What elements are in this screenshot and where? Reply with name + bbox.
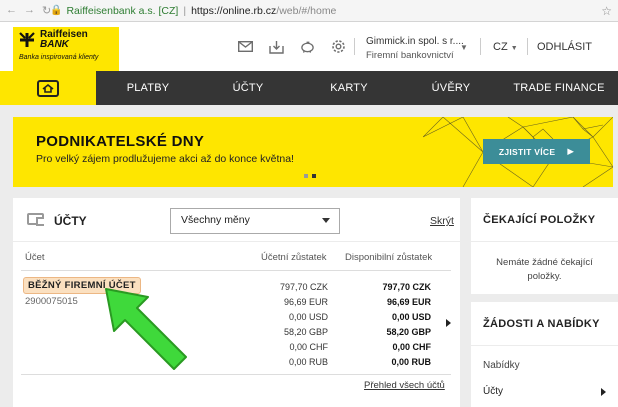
forward-icon[interactable]: → <box>24 4 35 17</box>
url-text[interactable]: https://online.rb.cz/web/#/home <box>191 5 336 17</box>
pending-note: Nemáte žádné čekající položky. <box>496 257 593 282</box>
account-detail-arrow-icon[interactable] <box>446 319 451 327</box>
col-book-balance: Účetní zůstatek <box>261 252 327 263</box>
available-balance-usd: 0,00 USD <box>391 312 431 322</box>
language-label: CZ <box>493 41 508 53</box>
requests-panel: ŽÁDOSTI A NABÍDKY Nabídky Účty <box>471 302 618 407</box>
nav-loans[interactable]: ÚVĚRY <box>402 71 500 105</box>
address-separator: | <box>183 4 187 17</box>
hide-link[interactable]: Skrýt <box>430 215 454 227</box>
nav-home[interactable] <box>0 71 96 105</box>
mail-icon[interactable] <box>238 39 253 54</box>
learn-more-button[interactable]: ZJISTIT VÍCE ▶ <box>483 139 590 164</box>
book-balance-rub: 0,00 RUB <box>288 357 328 367</box>
raiffeisen-horse-heads-icon <box>19 32 35 47</box>
col-available-balance: Disponibilní zůstatek <box>345 252 433 263</box>
download-icon[interactable] <box>269 39 284 54</box>
url-path: /web/#/home <box>276 4 337 17</box>
logo-tagline: Banka inspirovaná klienty <box>19 54 99 61</box>
gear-icon[interactable] <box>331 39 346 54</box>
available-balance-czk: 797,70 CZK <box>382 282 431 292</box>
requests-item-offers[interactable]: Nabídky <box>483 360 520 371</box>
caret-down-icon <box>322 218 330 223</box>
chevron-right-icon[interactable] <box>601 388 606 396</box>
header-icons <box>238 39 346 54</box>
home-icon <box>37 79 59 97</box>
pending-title: ČEKAJÍCÍ POLOŽKY <box>471 198 618 242</box>
banner-text: Pro velký zájem prodlužujeme akci až do … <box>36 153 294 165</box>
lock-icon: 🔒 <box>50 5 63 16</box>
book-balance-chf: 0,00 CHF <box>289 342 328 352</box>
all-accounts-link[interactable]: Přehled všech účtů <box>364 380 445 391</box>
piggy-bank-icon[interactable] <box>300 39 315 54</box>
company-chevron-down-icon[interactable]: ▼ <box>460 43 468 52</box>
banner-title: PODNIKATELSKÉ DNY <box>36 133 205 150</box>
col-account: Účet <box>25 252 45 263</box>
language-chevron-down-icon: ▼ <box>510 45 518 52</box>
available-balance-chf: 0,00 CHF <box>392 342 431 352</box>
logo-name-2: BANK <box>40 39 69 50</box>
site-header: Raiffeisen BANK Banka inspirovaná klient… <box>0 22 618 71</box>
url-host: https://online.rb.cz <box>191 4 277 17</box>
language-switcher[interactable]: CZ ▼ <box>493 41 518 53</box>
available-balance-eur: 96,69 EUR <box>386 297 431 307</box>
accounts-panel: ÚČTY Všechny měny Skrýt Účet Účetní zůst… <box>13 198 460 407</box>
book-balance-list: 797,70 CZK 96,69 EUR 0,00 USD 58,20 GBP … <box>245 280 328 370</box>
company-name: Gimmick.in spol. s r.... <box>366 36 464 47</box>
header-divider <box>480 38 481 55</box>
requests-title: ŽÁDOSTI A NABÍDKY <box>471 302 618 346</box>
company-switcher[interactable]: Gimmick.in spol. s r.... Firemní bankovn… <box>366 35 464 63</box>
bookmark-star-icon[interactable]: ☆ <box>601 4 612 18</box>
nav-payments[interactable]: PLATBY <box>96 71 200 105</box>
table-divider <box>21 374 451 375</box>
header-divider <box>527 38 528 55</box>
accounts-title: ÚČTY <box>54 214 87 228</box>
book-balance-gbp: 58,20 GBP <box>283 327 328 337</box>
account-number: 2900075015 <box>25 296 78 307</box>
pending-items-panel: ČEKAJÍCÍ POLOŽKY Nemáte žádné čekající p… <box>471 198 618 294</box>
available-balance-list: 797,70 CZK 96,69 EUR 0,00 USD 58,20 GBP … <box>345 280 431 370</box>
available-balance-rub: 0,00 RUB <box>391 357 431 367</box>
nav-accounts[interactable]: ÚČTY <box>200 71 296 105</box>
accounts-panel-header: ÚČTY Všechny měny Skrýt <box>13 198 460 242</box>
browser-address-bar[interactable]: ← → ↻ 🔒 Raiffeisenbank a.s. [CZ] | https… <box>0 0 618 22</box>
book-balance-usd: 0,00 USD <box>288 312 328 322</box>
available-balance-gbp: 58,20 GBP <box>386 327 431 337</box>
nav-cards[interactable]: KARTY <box>296 71 402 105</box>
carousel-dot[interactable] <box>304 174 308 178</box>
nav-trade-finance[interactable]: TRADE FINANCE <box>500 71 618 105</box>
carousel-dots <box>304 174 316 178</box>
book-balance-eur: 96,69 EUR <box>283 297 328 307</box>
requests-item-accounts[interactable]: Účty <box>483 386 503 397</box>
currency-select-value: Všechny měny <box>181 214 250 226</box>
green-arrow-annotation-icon <box>105 288 187 370</box>
raiffeisen-logo[interactable]: Raiffeisen BANK Banka inspirovaná klient… <box>13 27 119 71</box>
company-type: Firemní bankovnictví <box>366 50 454 61</box>
book-balance-czk: 797,70 CZK <box>279 282 328 292</box>
site-identity: Raiffeisenbank a.s. [CZ] <box>66 4 179 17</box>
header-divider <box>354 38 355 55</box>
promo-banner: PODNIKATELSKÉ DNY Pro velký zájem prodlu… <box>13 117 613 187</box>
carousel-dot-active[interactable] <box>312 174 316 178</box>
logout-button[interactable]: ODHLÁSIT <box>537 41 592 53</box>
browser-nav: ← → ↻ <box>6 4 51 17</box>
back-icon[interactable]: ← <box>6 4 17 17</box>
chevron-right-icon: ▶ <box>567 146 575 156</box>
table-divider <box>21 270 451 271</box>
wallet-icon <box>27 213 44 226</box>
currency-select[interactable]: Všechny měny <box>170 208 340 234</box>
learn-more-label: ZJISTIT VÍCE <box>498 146 556 157</box>
main-nav: PLATBY ÚČTY KARTY ÚVĚRY TRADE FINANCE <box>0 71 618 105</box>
